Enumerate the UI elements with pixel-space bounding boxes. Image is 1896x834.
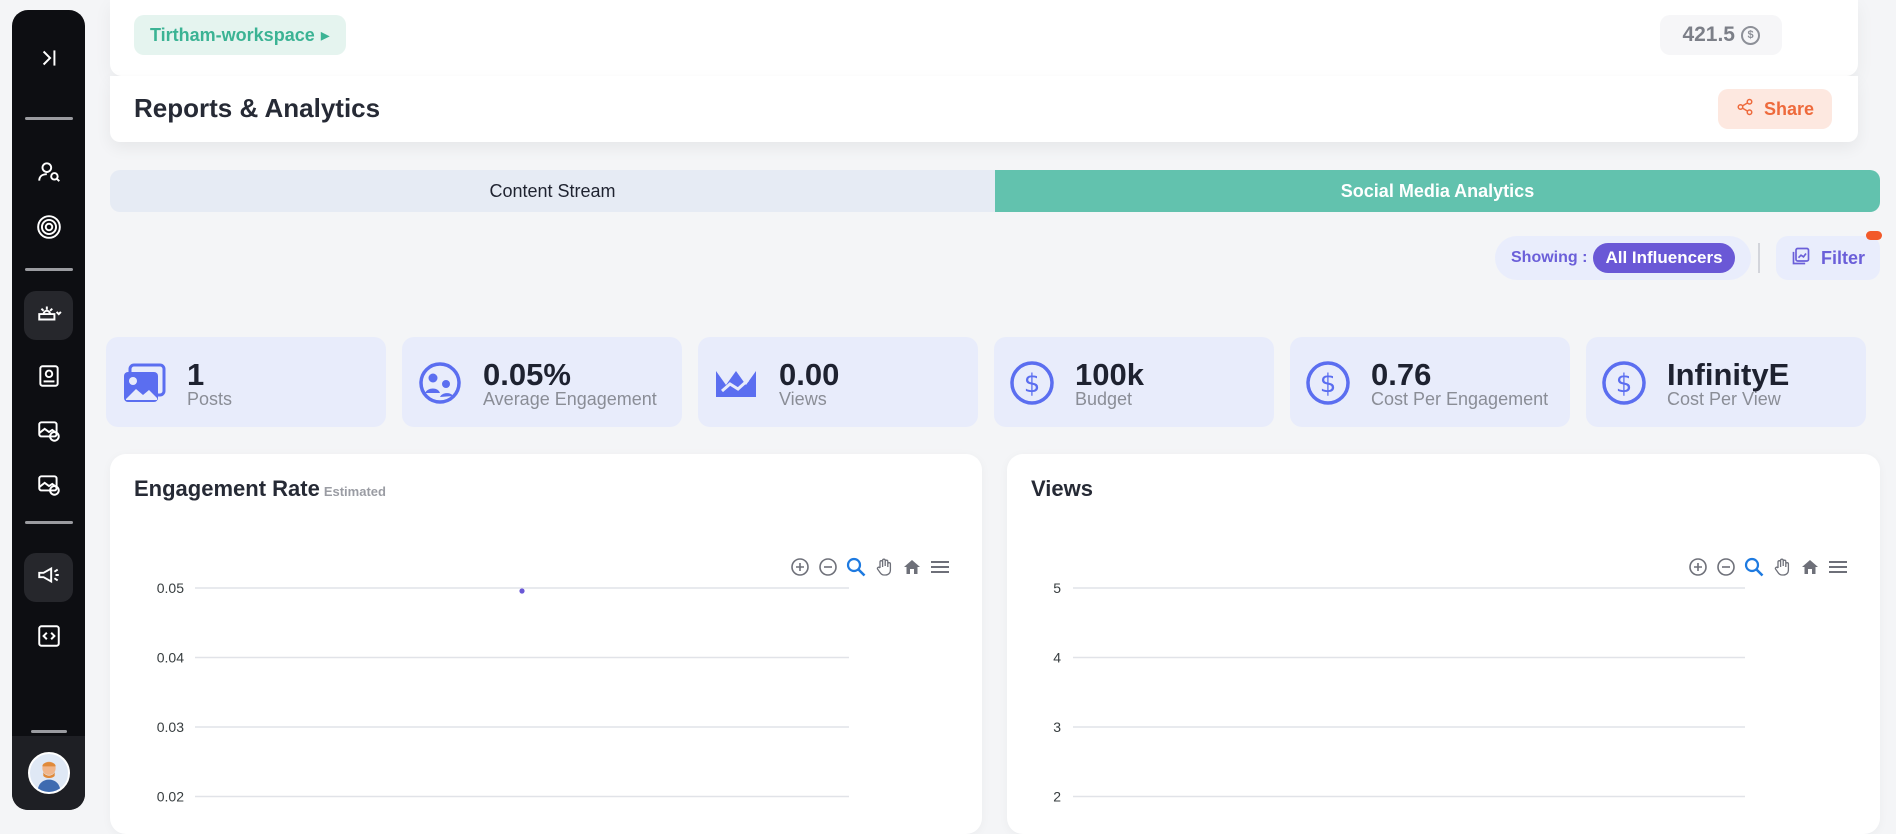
tab-content-stream[interactable]: Content Stream	[110, 170, 995, 212]
filter-label: Filter	[1820, 247, 1865, 268]
y-tick-label: 4	[1053, 650, 1061, 666]
y-tick-label: 0.04	[157, 650, 184, 666]
showing-label: Showing :	[1511, 249, 1588, 266]
stat-card-engagement: 0.05% Average Engagement	[402, 337, 682, 427]
views-chart-card: Views 5432	[1007, 454, 1880, 834]
workspace-selector[interactable]: Tirtham-workspace ▸	[134, 15, 346, 55]
share-button[interactable]: Share	[1717, 89, 1832, 129]
engagement-icon	[419, 362, 461, 404]
avatar[interactable]	[28, 752, 70, 794]
id-card-icon	[36, 363, 62, 394]
sidebar-divider	[25, 521, 73, 524]
expand-sidebar-button[interactable]	[24, 36, 73, 85]
showing-selector[interactable]: Showing : All Influencers	[1495, 236, 1751, 280]
stat-label: Budget	[1075, 389, 1133, 409]
page-title: Reports & Analytics	[134, 93, 381, 123]
y-tick-label: 0.03	[157, 719, 184, 735]
engagement-rate-plot: 0.05 0.04 0.03 0.02	[157, 580, 849, 805]
y-tick-label: 3	[1053, 719, 1061, 735]
sidebar-item-campaigns[interactable]	[24, 291, 73, 340]
stat-value: 0.76	[1371, 357, 1432, 392]
campaign-icon	[36, 300, 62, 331]
coin-icon: $	[1741, 25, 1760, 45]
sidebar-item-target[interactable]	[24, 205, 73, 254]
workspace-name: Tirtham-workspace	[150, 24, 315, 45]
showing-value: All Influencers	[1593, 243, 1735, 273]
y-tick-label: 0.02	[157, 789, 184, 805]
megaphone-icon	[36, 562, 62, 593]
filter-icon	[1791, 246, 1811, 271]
sidebar	[12, 10, 85, 810]
dollar-icon: $	[1010, 361, 1054, 405]
svg-text:$: $	[1320, 369, 1337, 399]
sidebar-divider	[25, 117, 73, 120]
caret-right-icon: ▸	[320, 24, 330, 45]
stat-label: Average Engagement	[483, 389, 657, 409]
stat-label: Cost Per Engagement	[1371, 389, 1549, 409]
sidebar-footer	[12, 736, 85, 810]
workspace-bar: Tirtham-workspace ▸ 421.5 $	[110, 0, 1858, 76]
code-icon	[36, 623, 62, 654]
crown-icon	[716, 371, 756, 397]
stat-label: Views	[779, 389, 827, 409]
stat-card-budget: $ 100k Budget	[994, 337, 1274, 427]
sidebar-item-payouts[interactable]	[24, 463, 73, 512]
stat-card-cost-per-engagement: $ 0.76 Cost Per Engagement	[1290, 337, 1570, 427]
y-tick-label: 5	[1053, 580, 1061, 596]
target-icon	[36, 214, 62, 245]
money-image-icon	[36, 418, 62, 449]
stat-value: 0.05%	[483, 357, 571, 392]
y-tick-label: 0.05	[157, 580, 184, 596]
stat-label: Cost Per View	[1667, 389, 1781, 409]
stat-value: InfinityE	[1667, 357, 1790, 392]
share-label: Share	[1763, 98, 1814, 119]
sidebar-item-profiles[interactable]	[24, 354, 73, 403]
stat-card-cost-per-view: $ InfinityE Cost Per View	[1586, 337, 1866, 427]
page-header: Reports & Analytics Share	[110, 76, 1858, 142]
filter-notification-badge	[1866, 231, 1882, 240]
view-tabs: Content Stream Social Media Analytics	[110, 170, 1880, 212]
credit-value: 421.5	[1682, 23, 1735, 46]
stat-card-views: 0.00 Views	[698, 337, 978, 427]
stat-value: 1	[187, 357, 205, 392]
engagement-rate-chart-card: Engagement Rate Estimated 0.05 0.04 0.03 0.0…	[110, 454, 982, 834]
stat-value: 100k	[1075, 357, 1144, 392]
money-image-icon-2	[36, 472, 62, 503]
data-point[interactable]	[519, 588, 525, 594]
sidebar-divider	[25, 268, 73, 271]
dollar-icon: $	[1602, 361, 1646, 405]
expand-icon	[36, 45, 62, 76]
stats-row: 1 Posts 0.05% Average Engagement 0.00 Vi…	[106, 337, 1866, 427]
sidebar-item-payments[interactable]	[24, 409, 73, 458]
stat-value: 0.00	[779, 357, 840, 392]
dollar-icon: $	[1306, 361, 1350, 405]
stat-label: Posts	[187, 389, 233, 409]
credit-balance: 421.5 $	[1660, 15, 1782, 55]
sidebar-divider	[31, 730, 67, 733]
filter-button[interactable]: Filter	[1776, 236, 1880, 280]
sidebar-item-embed[interactable]	[24, 614, 73, 663]
sidebar-item-discover[interactable]	[24, 150, 73, 199]
y-tick-label: 2	[1053, 789, 1061, 805]
svg-text:$: $	[1024, 369, 1041, 399]
toolbar-divider	[1758, 243, 1760, 273]
share-icon	[1736, 98, 1754, 121]
user-search-icon	[36, 159, 62, 190]
views-plot: 5 4 3 2	[1053, 580, 1745, 805]
svg-text:$: $	[1616, 369, 1633, 399]
sidebar-item-announcements[interactable]	[24, 553, 73, 602]
tab-social-media-analytics[interactable]: Social Media Analytics	[995, 170, 1880, 212]
stat-card-posts: 1 Posts	[106, 337, 386, 427]
image-icon	[124, 363, 166, 402]
